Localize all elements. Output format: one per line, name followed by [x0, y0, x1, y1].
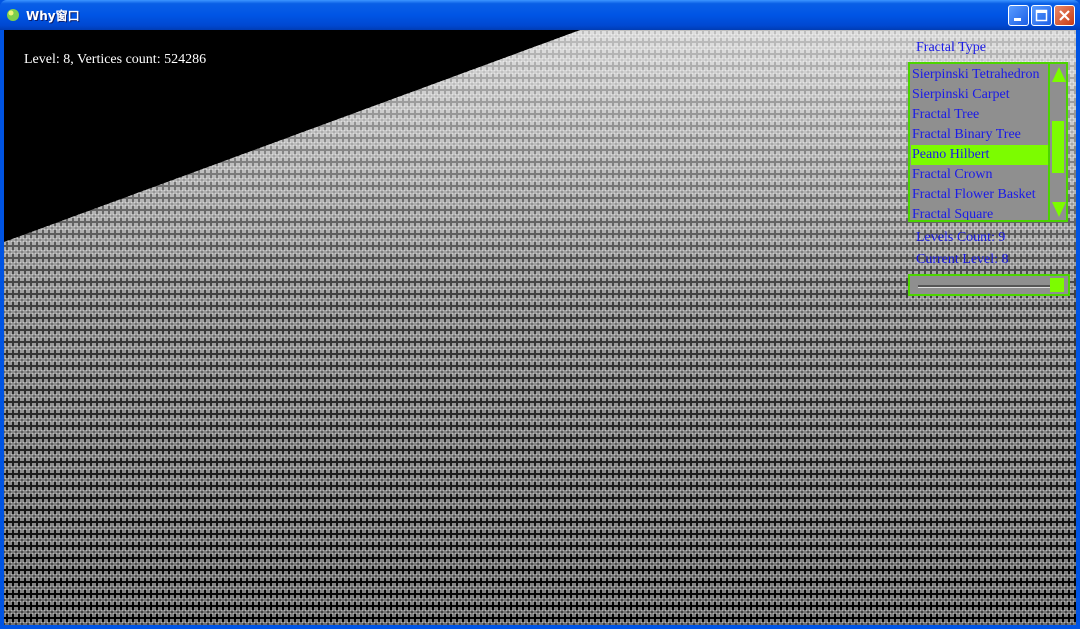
minimize-button[interactable] — [1008, 5, 1029, 26]
title-bar[interactable]: Why窗口 — [0, 0, 1080, 30]
list-item[interactable]: Sierpinski Tetrahedron — [911, 65, 1050, 85]
slider-track — [918, 285, 1050, 288]
close-button[interactable] — [1054, 5, 1075, 26]
close-icon — [1059, 10, 1070, 21]
window-title: Why窗口 — [26, 9, 80, 23]
list-item[interactable]: Fractal Crown — [911, 165, 1050, 185]
scroll-down-arrow-icon[interactable] — [1051, 200, 1067, 218]
maximize-icon — [1035, 9, 1048, 22]
list-item[interactable]: Sierpinski Carpet — [911, 85, 1050, 105]
scroll-thumb[interactable] — [1052, 121, 1064, 173]
list-item[interactable]: Fractal Flower Basket — [911, 185, 1050, 205]
app-icon — [6, 8, 20, 22]
list-item[interactable]: Fractal Square — [911, 205, 1050, 220]
list-item[interactable]: Fractal Tree — [911, 105, 1050, 125]
levels-count-label: Levels Count: 9 — [916, 230, 1006, 245]
current-level-label: Current Level: 8 — [916, 252, 1009, 267]
list-scrollbar[interactable] — [1048, 64, 1067, 220]
window-frame-bottom — [0, 625, 1080, 629]
status-text: Level: 8, Vertices count: 524286 — [24, 52, 207, 67]
render-viewport[interactable]: Level: 8, Vertices count: 524286 Fractal… — [4, 30, 1076, 625]
window-frame-right — [1076, 30, 1080, 629]
app-window: Why窗口 Level: 8, Vertices count: 524286 F… — [0, 0, 1080, 629]
fractal-type-label: Fractal Type — [916, 40, 986, 55]
minimize-icon — [1014, 18, 1021, 21]
level-slider[interactable] — [908, 274, 1070, 296]
list-item-selected[interactable]: Peano Hilbert — [911, 145, 1050, 165]
slider-thumb[interactable] — [1050, 278, 1064, 292]
fractal-type-list[interactable]: Sierpinski Tetrahedron Sierpinski Carpet… — [908, 62, 1068, 222]
scroll-up-arrow-icon[interactable] — [1051, 66, 1067, 84]
maximize-button[interactable] — [1031, 5, 1052, 26]
list-item[interactable]: Fractal Binary Tree — [911, 125, 1050, 145]
